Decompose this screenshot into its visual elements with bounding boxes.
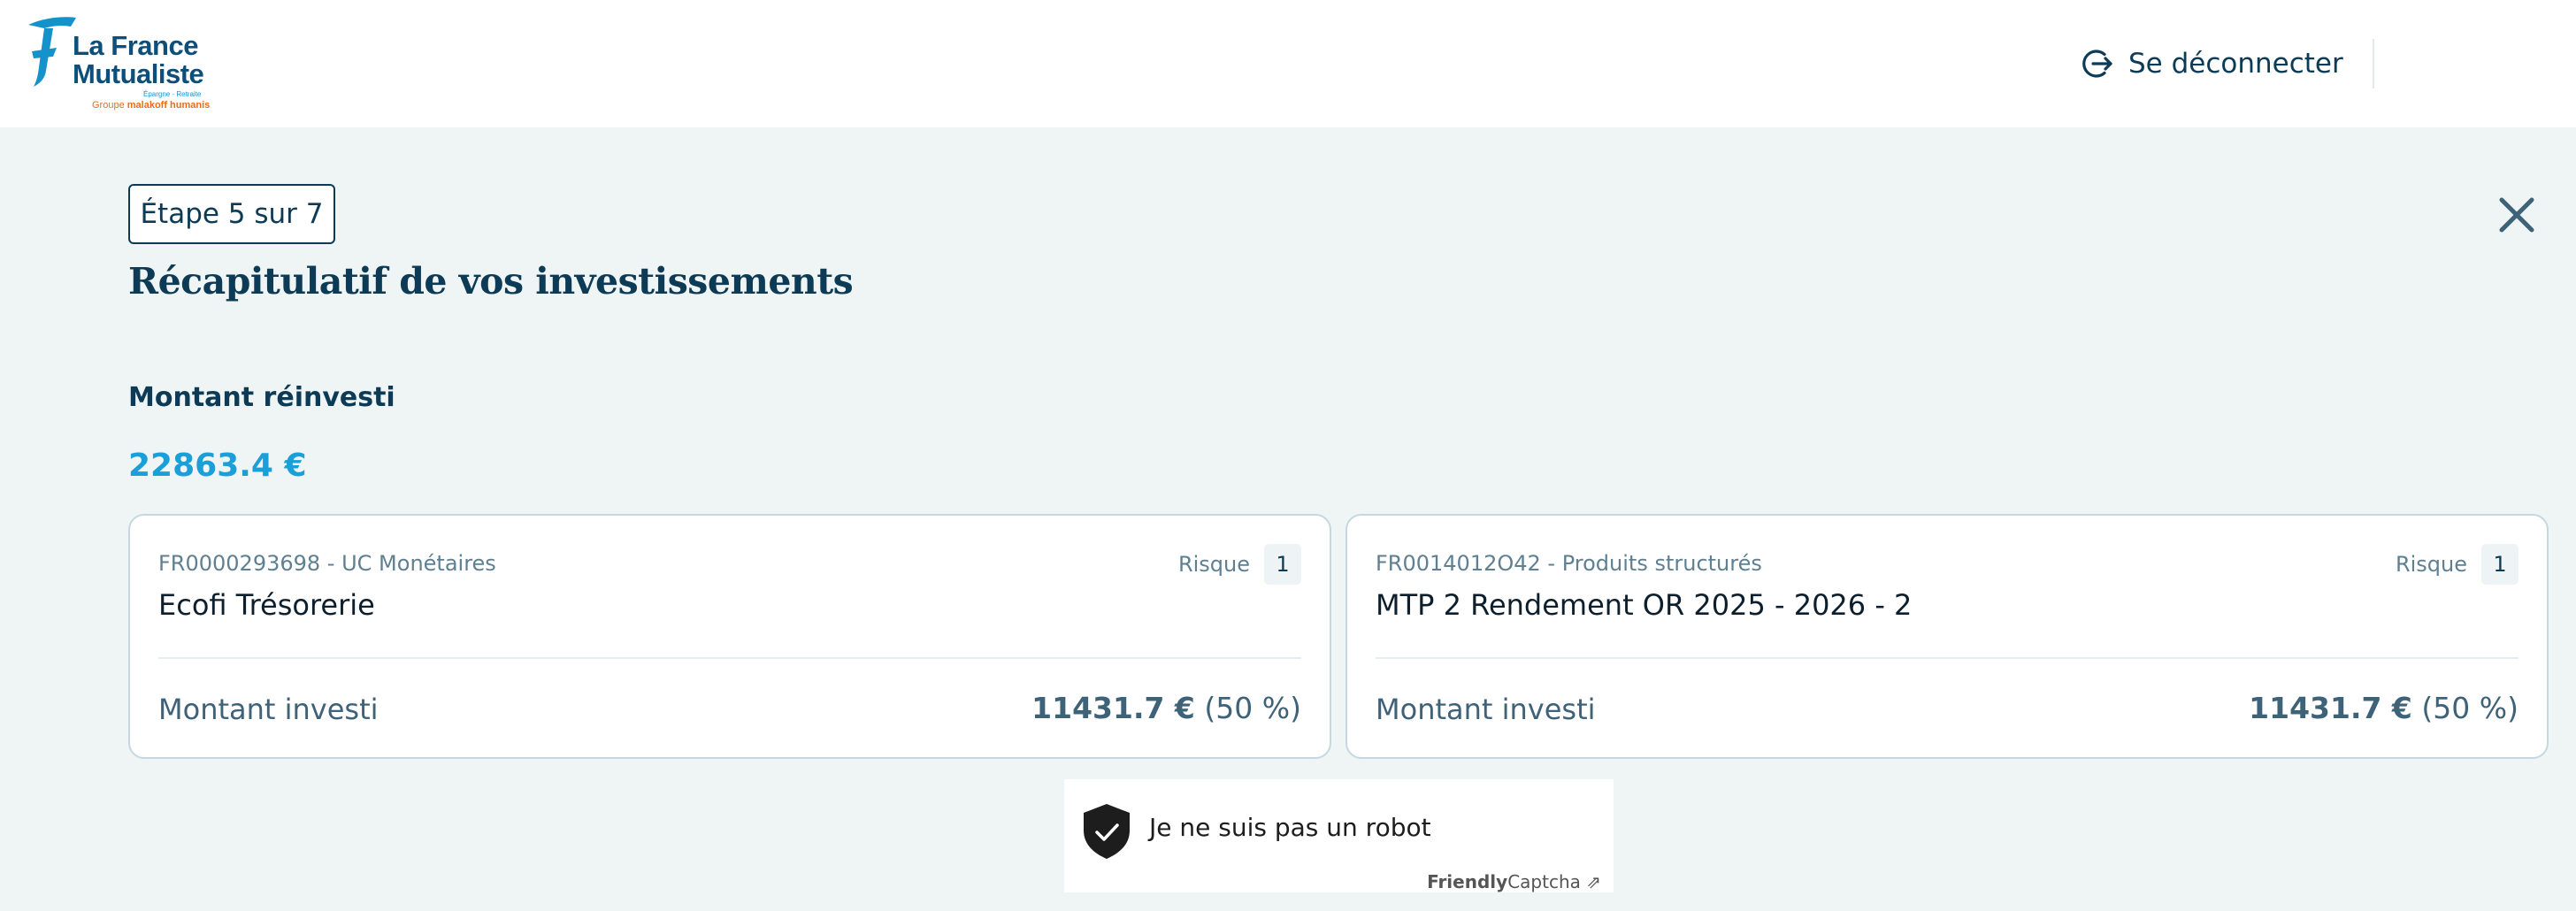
logo-group-prefix: Groupe [92,100,127,111]
invested-amount: 11431.7 € [1031,691,1195,725]
close-icon[interactable] [2496,195,2537,235]
card-divider [1376,657,2518,659]
fund-code: FR0000293698 - UC Monétaires [158,551,496,576]
shield-check-icon [1084,804,1130,859]
risk-indicator: Risque 1 [2396,544,2518,585]
invested-share: (50 %) [1204,691,1301,725]
external-link-icon: ⇗ [1586,871,1601,892]
invested-share: (50 %) [2421,691,2518,725]
card-divider [158,657,1301,659]
header-divider [2373,39,2374,88]
invested-amount-value: 11431.7 € (50 %) [1031,691,1301,725]
logo-group-name: malakoff humanis [126,100,211,111]
captcha-label: Je ne suis pas un robot [1149,813,1431,842]
invested-amount: 11431.7 € [2249,691,2412,725]
page-title: Récapitulatif de vos investissements [128,260,854,302]
captcha-brand-rest: Captcha [1507,871,1581,892]
risk-badge: 1 [1264,544,1301,585]
investment-card: FR0014012O42 - Produits structurés Risqu… [1346,514,2549,759]
logo-text-line-2: Mutualiste [73,58,204,89]
captcha-brand-bold: Friendly [1427,871,1508,892]
logo-group: Groupe malakoff humanis [92,101,210,111]
risk-indicator: Risque 1 [1178,544,1301,585]
investment-card: FR0000293698 - UC Monétaires Risque 1 Ec… [128,514,1331,759]
logo-mark-icon [28,17,76,87]
step-indicator: Étape 5 sur 7 [128,184,335,244]
fund-name: Ecofi Trésorerie [158,588,375,622]
logout-label: Se déconnecter [2128,48,2343,80]
logo-tagline: Épargne · Retraite [143,90,202,98]
reinvested-amount-label: Montant réinvesti [128,382,395,413]
risk-label: Risque [1177,552,1250,577]
logout-button[interactable]: Se déconnecter [2081,44,2343,83]
risk-label: Risque [2395,552,2467,577]
top-header: La France Mutualiste Épargne · Retraite … [0,0,2576,127]
logout-icon [2082,50,2112,78]
reinvested-amount-value: 22863.4 € [128,448,307,484]
invested-amount-value: 11431.7 € (50 %) [2249,691,2518,725]
friendly-captcha-link[interactable]: FriendlyCaptcha ⇗ [1427,871,1601,892]
fund-code: FR0014012O42 - Produits structurés [1376,551,1762,576]
fund-name: MTP 2 Rendement OR 2025 - 2026 - 2 [1376,588,1913,622]
la-france-mutualiste-logo[interactable]: La France Mutualiste Épargne · Retraite … [27,16,230,111]
risk-badge: 1 [2481,544,2518,585]
logo-text-line-1: La France [73,30,198,61]
friendly-captcha-widget[interactable]: Je ne suis pas un robot FriendlyCaptcha … [1064,779,1614,892]
invested-amount-label: Montant investi [158,693,379,726]
invested-amount-label: Montant investi [1376,693,1596,726]
